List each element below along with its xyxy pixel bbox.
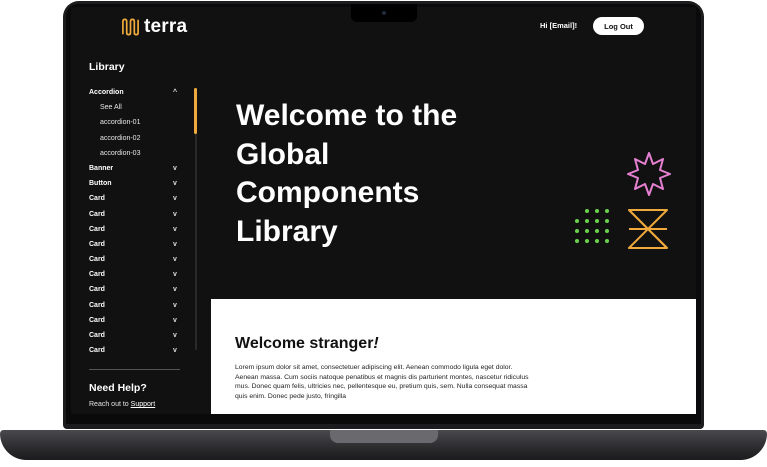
chevron-down-icon: v — [173, 240, 177, 248]
laptop-base-lip — [330, 430, 438, 443]
sidebar-item-label: Banner — [89, 164, 114, 172]
sparkle-shape-icon — [627, 152, 671, 196]
sidebar-item-label: Card — [89, 347, 105, 355]
sidebar-divider — [89, 369, 180, 370]
terra-logo-icon — [122, 18, 139, 36]
sidebar-subitem-accordion-03[interactable]: accordion-03 — [89, 146, 189, 161]
camera-icon — [382, 11, 386, 15]
sidebar-item-button[interactable]: Button v — [89, 176, 189, 191]
hero-title-line: Library — [236, 214, 338, 248]
support-link[interactable]: Support — [131, 401, 156, 408]
sidebar-item-banner[interactable]: Banner v — [89, 161, 189, 176]
sidebar-item-label: Card — [89, 316, 105, 324]
sidebar-title: Library — [89, 61, 125, 73]
chevron-down-icon: v — [173, 180, 177, 188]
chevron-down-icon: v — [173, 225, 177, 233]
sidebar-scrollbar-thumb[interactable] — [194, 88, 197, 134]
card-title: Welcome stranger! — [235, 335, 379, 353]
user-greeting: Hi [Email]! — [540, 21, 578, 30]
sidebar-item-card[interactable]: Card v — [89, 298, 189, 313]
chevron-down-icon: v — [173, 316, 177, 324]
card-title-emphasis: ! — [373, 335, 379, 352]
chevron-up-icon: ^ — [173, 89, 178, 96]
sidebar-item-accordion[interactable]: Accordion ^ — [89, 85, 189, 100]
hero-title-line: Components — [236, 176, 420, 209]
sidebar-item-card[interactable]: Card v — [89, 222, 189, 237]
sidebar-item-card[interactable]: Card v — [89, 237, 189, 252]
sidebar-item-card[interactable]: Card v — [89, 191, 189, 206]
hourglass-shape-icon — [628, 209, 668, 249]
sidebar-item-label: Accordion — [89, 89, 124, 96]
sidebar-item-card[interactable]: Card v — [89, 267, 189, 282]
sidebar-item-card[interactable]: Card v — [89, 343, 189, 358]
app-screen: terra Hi [Email]! Log Out Library Accord… — [71, 7, 696, 414]
sidebar-item-label: Button — [89, 180, 112, 188]
sidebar-item-label: Card — [89, 286, 105, 294]
sidebar-item-label: Card — [89, 210, 105, 218]
sidebar-item-card[interactable]: Card v — [89, 282, 189, 297]
library-sidebar: Library Accordion ^ See All accordion-01… — [89, 61, 189, 358]
brand-logo[interactable]: terra — [121, 16, 187, 38]
sidebar-item-card[interactable]: Card v — [89, 328, 189, 343]
sidebar-subitem-accordion-02[interactable]: accordion-02 — [89, 131, 189, 146]
hero-title: Welcome to the Global Components Library — [236, 97, 526, 251]
chevron-down-icon: v — [173, 195, 177, 203]
brand-name: terra — [144, 16, 188, 37]
sidebar-item-card[interactable]: Card v — [89, 252, 189, 267]
chevron-down-icon: v — [173, 271, 177, 279]
sidebar-subitem-accordion-01[interactable]: accordion-01 — [89, 115, 189, 130]
sidebar-item-label: Card — [89, 195, 105, 203]
chevron-down-icon: v — [173, 332, 177, 339]
card-title-text: Welcome stranger — [235, 335, 374, 352]
sidebar-item-label: Card — [89, 332, 105, 339]
dot-grid-icon — [575, 209, 609, 243]
hero-title-line: Welcome to the — [236, 99, 458, 132]
sidebar-item-label: Card — [89, 271, 105, 279]
chevron-down-icon: v — [173, 256, 177, 264]
chevron-down-icon: v — [173, 210, 177, 218]
sidebar-item-label: Card — [89, 256, 105, 264]
help-title: Need Help? — [89, 382, 147, 394]
help-text-prefix: Reach out to — [89, 401, 129, 408]
sidebar-item-label: Card — [89, 225, 105, 233]
sidebar-item-card[interactable]: Card v — [89, 313, 189, 328]
hero-title-line: Global — [236, 137, 330, 171]
chevron-down-icon: v — [173, 347, 177, 355]
sidebar-subitem-see-all[interactable]: See All — [89, 100, 189, 115]
card-body-text: Lorem ipsum dolor sit amet, consectetuer… — [235, 364, 529, 400]
chevron-down-icon: v — [173, 164, 177, 172]
sidebar-item-label: Card — [89, 240, 105, 248]
sidebar-item-label: Card — [89, 301, 105, 309]
help-text: Reach out to Support — [89, 401, 155, 408]
logout-button[interactable]: Log Out — [593, 17, 644, 35]
sidebar-item-card[interactable]: Card v — [89, 207, 189, 222]
chevron-down-icon: v — [173, 301, 177, 309]
chevron-down-icon: v — [173, 286, 177, 294]
welcome-card: Welcome stranger! Lorem ipsum dolor sit … — [211, 299, 696, 414]
